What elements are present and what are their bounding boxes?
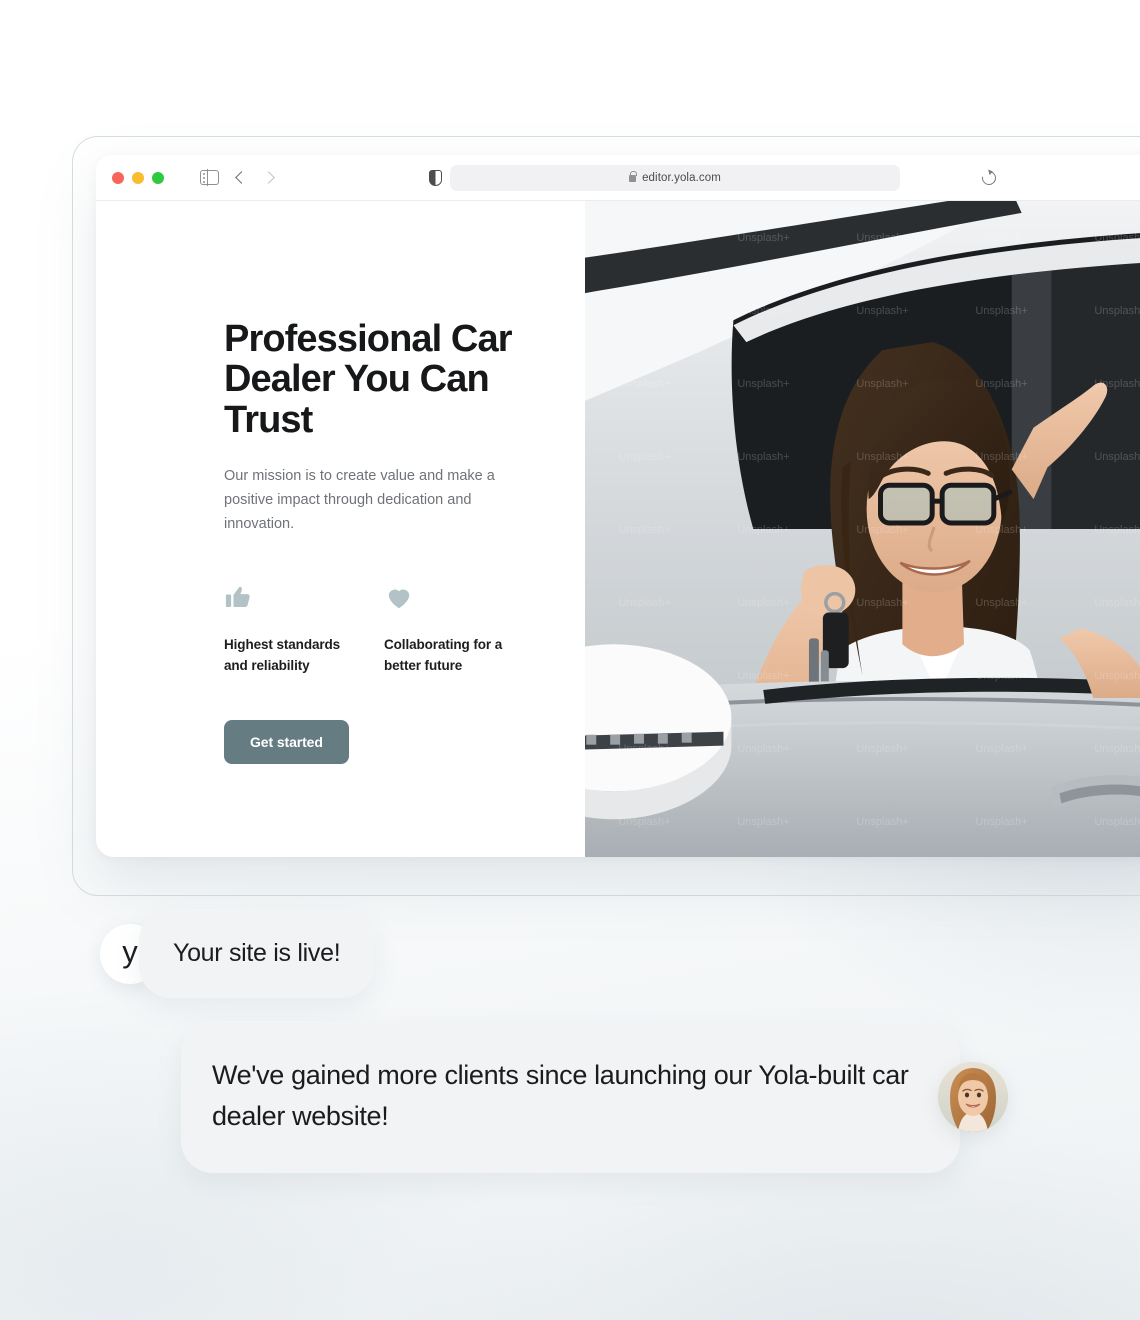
- message-row-testimonial: We've gained more clients since launchin…: [181, 1021, 1008, 1174]
- avatar: [938, 1062, 1008, 1133]
- privacy-shield-icon[interactable]: [429, 169, 442, 186]
- status-message-bubble: Your site is live!: [139, 909, 375, 998]
- lock-icon: [629, 170, 637, 182]
- address-bar[interactable]: editor.yola.com: [450, 164, 999, 191]
- traffic-lights: [112, 171, 164, 184]
- hero-image: Unsplash+ Unsplash+ Unsplash+ Unsplash+ …: [585, 201, 1140, 857]
- heart-icon: [384, 582, 544, 616]
- minimize-window-button[interactable]: [132, 171, 144, 184]
- feature-item: Highest standards and reliability: [224, 582, 384, 676]
- browser-window: editor.yola.com Professional Car Dealer …: [96, 155, 1140, 857]
- avatar-illustration: [938, 1062, 1008, 1133]
- testimonial-message-bubble: We've gained more clients since launchin…: [181, 1021, 960, 1174]
- thumbs-up-icon: [224, 582, 384, 616]
- feature-label: Collaborating for a better future: [384, 636, 503, 674]
- back-chevron-icon[interactable]: [235, 171, 248, 184]
- sidebar-toggle-icon[interactable]: [200, 169, 219, 186]
- close-window-button[interactable]: [112, 171, 124, 184]
- get-started-button[interactable]: Get started: [224, 720, 349, 765]
- page-title: Professional Car Dealer You Can Trust: [224, 318, 513, 441]
- website-preview: Professional Car Dealer You Can Trust Ou…: [96, 201, 1140, 857]
- message-row-status: y Your site is live!: [100, 909, 375, 998]
- zoom-window-button[interactable]: [152, 171, 164, 184]
- feature-item: Collaborating for a better future: [384, 582, 544, 676]
- url-text: editor.yola.com: [642, 171, 721, 184]
- reload-icon[interactable]: [979, 167, 999, 188]
- browser-titlebar: editor.yola.com: [96, 155, 1140, 201]
- forward-chevron-icon[interactable]: [262, 171, 275, 184]
- hero-text-column: Professional Car Dealer You Can Trust Ou…: [96, 201, 585, 857]
- hero-subtitle: Our mission is to create value and make …: [224, 467, 495, 532]
- hero-image-illustration: [585, 201, 1140, 857]
- testimonial-section: y Your site is live! We've gained more c…: [0, 900, 1140, 1200]
- feature-list: Highest standards and reliability Collab…: [224, 582, 585, 676]
- feature-label: Highest standards and reliability: [224, 636, 341, 674]
- browser-nav-controls: [200, 169, 275, 186]
